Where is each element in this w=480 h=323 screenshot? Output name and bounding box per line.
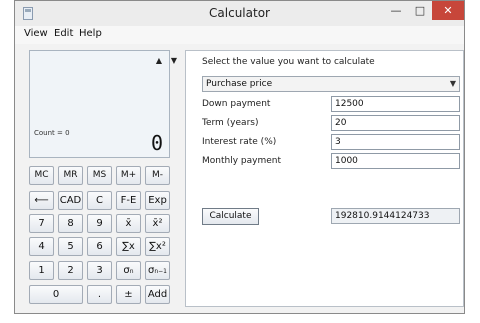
term-years-input[interactable]: 20 (331, 115, 460, 131)
calculate-value-select[interactable]: Purchase price ▼ (202, 76, 460, 92)
sum-squares-button[interactable]: ∑x² (145, 237, 170, 256)
mean-button[interactable]: x̄ (116, 214, 141, 233)
ms-button[interactable]: MS (87, 166, 112, 185)
backspace-button[interactable]: ⟵ (29, 191, 54, 210)
mc-button[interactable]: MC (29, 166, 54, 185)
close-button[interactable]: ✕ (432, 1, 464, 20)
digit-0-button[interactable]: 0 (29, 285, 83, 304)
calculator-window: Calculator — □ ✕ View Edit Help ▲ ▼ Coun… (14, 0, 465, 314)
digit-4-button[interactable]: 4 (29, 237, 54, 256)
population-std-dev-button[interactable]: σn (116, 261, 141, 280)
panel-title: Select the value you want to calculate (202, 57, 375, 67)
menu-view[interactable]: View (24, 28, 48, 39)
sigma-n-subscript: n (129, 268, 134, 275)
calculate-button[interactable]: Calculate (202, 208, 259, 225)
add-button[interactable]: Add (145, 285, 170, 304)
history-up-button[interactable]: ▲ (152, 55, 166, 67)
digit-1-button[interactable]: 1 (29, 261, 54, 280)
mean-squares-button[interactable]: x̄² (145, 214, 170, 233)
result-output: 192810.9144124733 (331, 208, 460, 224)
minimize-button[interactable]: — (384, 1, 408, 20)
digit-3-button[interactable]: 3 (87, 261, 112, 280)
digit-5-button[interactable]: 5 (58, 237, 83, 256)
m-minus-button[interactable]: M- (145, 166, 170, 185)
negate-button[interactable]: ± (116, 285, 141, 304)
sigma-n-minus-1-subscript: n−1 (154, 268, 167, 275)
calculator-display: ▲ ▼ Count = 0 0 (29, 50, 177, 158)
down-payment-label: Down payment (202, 99, 271, 109)
menu-help[interactable]: Help (79, 28, 102, 39)
down-payment-input[interactable]: 12500 (331, 96, 460, 112)
monthly-payment-input[interactable]: 1000 (331, 153, 460, 169)
mortgage-panel: Select the value you want to calculate P… (185, 50, 464, 307)
menu-bar: View Edit Help (15, 26, 464, 44)
interest-rate-input[interactable]: 3 (331, 134, 460, 150)
digit-8-button[interactable]: 8 (58, 214, 83, 233)
interest-rate-label: Interest rate (%) (202, 137, 277, 147)
sum-button[interactable]: ∑x (116, 237, 141, 256)
cad-button[interactable]: CAD (58, 191, 83, 210)
sample-std-dev-button[interactable]: σn−1 (145, 261, 170, 280)
mr-button[interactable]: MR (58, 166, 83, 185)
m-plus-button[interactable]: M+ (116, 166, 141, 185)
chevron-down-icon: ▼ (449, 79, 456, 88)
display-value: 0 (150, 131, 163, 155)
decimal-button[interactable]: . (87, 285, 112, 304)
selected-value: Purchase price (206, 79, 273, 89)
clear-button[interactable]: C (87, 191, 112, 210)
statistics-count: Count = 0 (34, 129, 70, 137)
digit-6-button[interactable]: 6 (87, 237, 112, 256)
title-bar: Calculator — □ ✕ (15, 1, 464, 26)
exp-button[interactable]: Exp (145, 191, 170, 210)
term-years-label: Term (years) (202, 118, 259, 128)
digit-9-button[interactable]: 9 (87, 214, 112, 233)
history-down-button[interactable]: ▼ (167, 55, 181, 67)
monthly-payment-label: Monthly payment (202, 156, 281, 166)
fe-button[interactable]: F-E (116, 191, 141, 210)
menu-edit[interactable]: Edit (54, 28, 73, 39)
digit-2-button[interactable]: 2 (58, 261, 83, 280)
maximize-button[interactable]: □ (408, 1, 432, 20)
digit-7-button[interactable]: 7 (29, 214, 54, 233)
